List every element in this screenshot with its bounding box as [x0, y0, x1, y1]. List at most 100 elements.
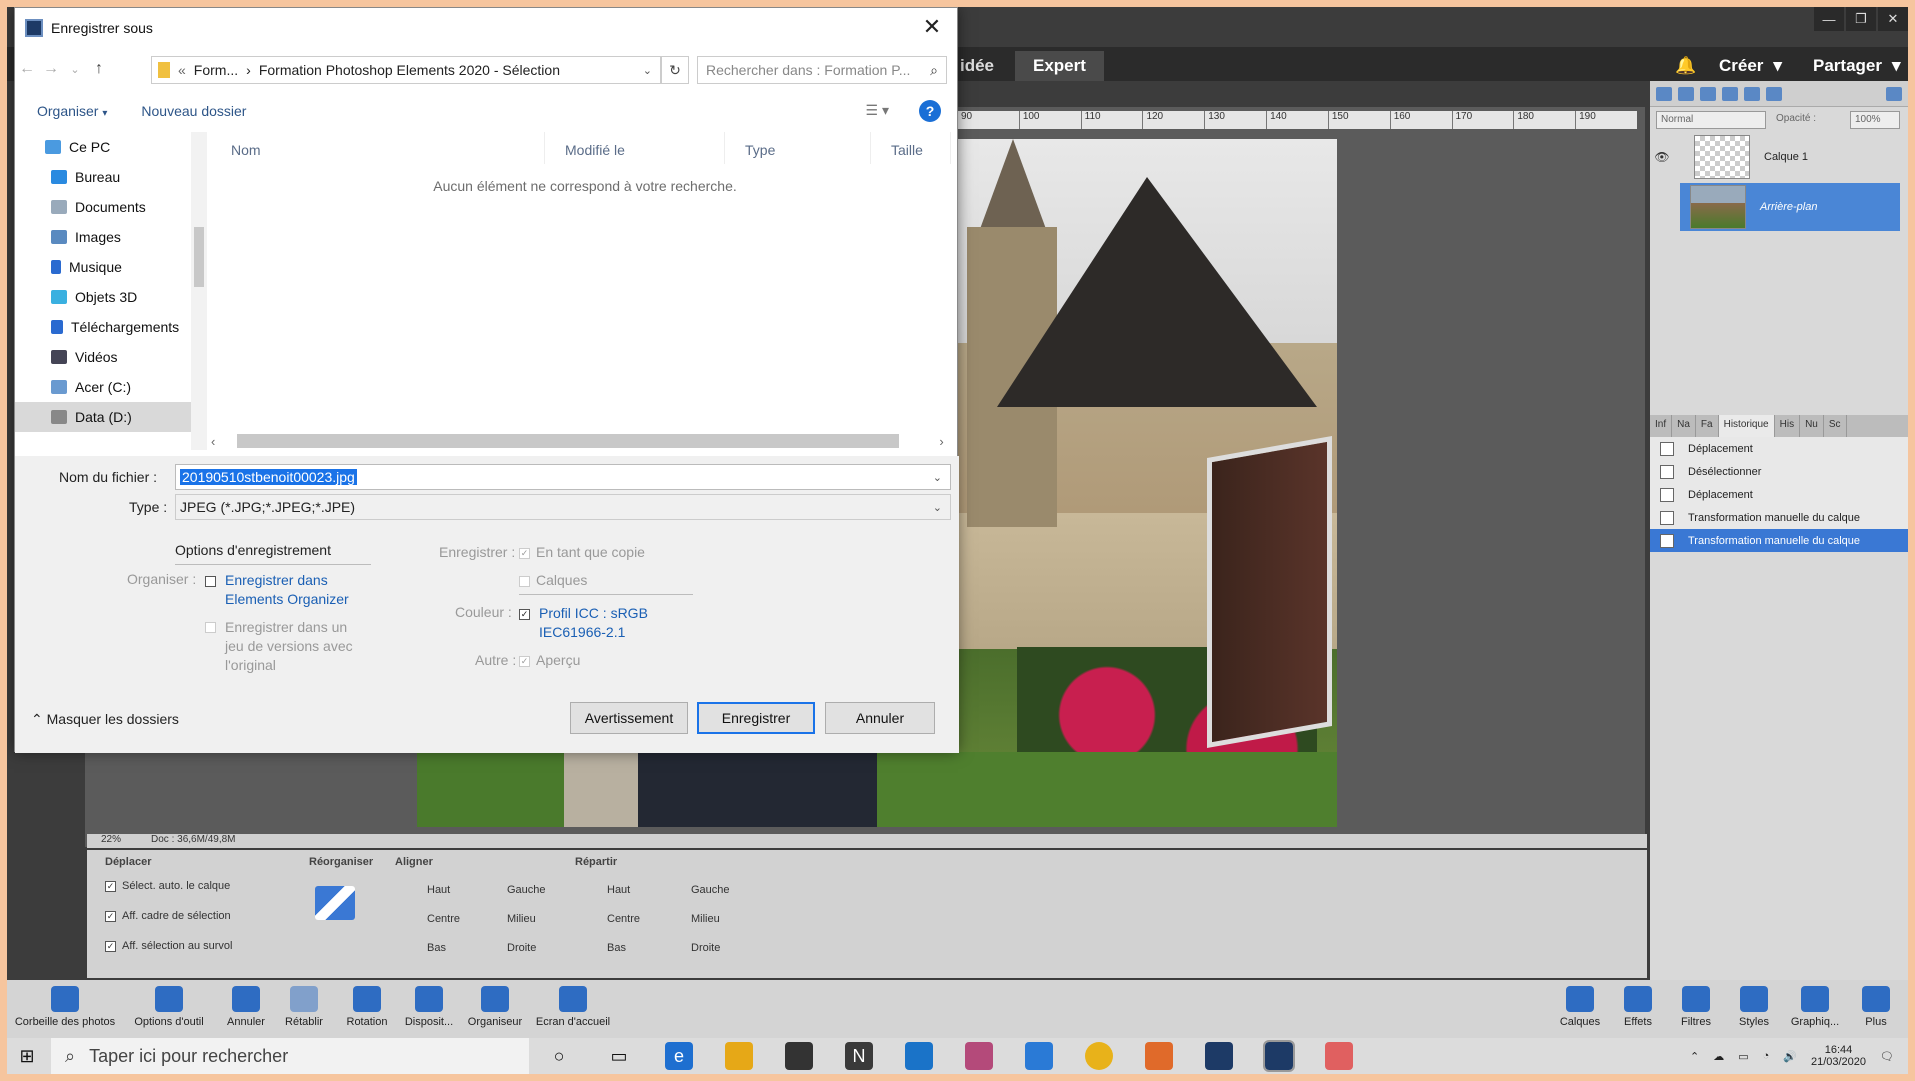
column-modified[interactable]: Modifié le — [545, 132, 725, 164]
app-close-button[interactable]: ✕ — [1878, 7, 1908, 31]
layers-button[interactable]: Calques — [1555, 982, 1605, 1028]
organize-button[interactable]: Organiser ▾ — [37, 103, 107, 119]
nav-item-desktop[interactable]: Bureau — [15, 162, 201, 192]
trash-icon[interactable] — [1886, 87, 1902, 101]
history-item[interactable]: Déplacement — [1650, 483, 1908, 506]
home-screen-button[interactable]: Ecran d'accueil — [529, 982, 617, 1028]
tab-scripts[interactable]: Sc — [1824, 415, 1847, 437]
filters-button[interactable]: Filtres — [1671, 982, 1721, 1028]
path-breadcrumb[interactable]: « Form... › Formation Photoshop Elements… — [151, 56, 661, 84]
scroll-right-icon[interactable]: › — [939, 434, 943, 449]
history-item-selected[interactable]: Transformation manuelle du calque — [1650, 529, 1908, 552]
share-button[interactable]: Partager ▾ — [1813, 51, 1901, 81]
align-left-button[interactable]: Gauche — [507, 884, 546, 896]
taskbar-search[interactable]: ⌕ Taper ici pour rechercher — [51, 1038, 529, 1074]
icc-profile-label[interactable]: Profil ICC : sRGB IEC61966-2.1 — [539, 604, 679, 642]
close-icon[interactable]: ✕ — [917, 14, 947, 40]
notion-icon[interactable]: N — [845, 1042, 873, 1070]
chrome-icon[interactable] — [1085, 1042, 1113, 1070]
cloud-icon[interactable]: ☁ — [1713, 1050, 1724, 1063]
hide-folders-toggle[interactable]: ⌃ Masquer les dossiers — [31, 711, 179, 728]
maximize-button[interactable]: ❐ — [1846, 7, 1876, 31]
chevron-down-icon[interactable]: ⌄ — [933, 471, 942, 484]
nav-item-3d-objects[interactable]: Objets 3D — [15, 282, 201, 312]
elements-organizer-icon[interactable] — [1145, 1042, 1173, 1070]
styles-button[interactable]: Styles — [1729, 982, 1779, 1028]
opacity-input[interactable]: 100% — [1850, 111, 1900, 129]
nav-item-this-pc[interactable]: Ce PC — [15, 132, 201, 162]
pdf-icon[interactable] — [1325, 1042, 1353, 1070]
undo-button[interactable]: Annuler — [221, 982, 271, 1028]
align-bottom-button[interactable]: Bas — [427, 942, 446, 954]
help-icon[interactable]: ? — [919, 100, 941, 122]
rotate-button[interactable]: Rotation — [339, 982, 395, 1028]
recent-chevron-icon[interactable]: ⌄ — [63, 63, 87, 76]
tab-info[interactable]: Inf — [1650, 415, 1673, 437]
nav-item-drive-d[interactable]: Data (D:) — [15, 402, 201, 432]
file-list-hscrollbar[interactable]: ‹ › — [211, 432, 959, 450]
organizer-checkbox[interactable] — [205, 572, 222, 588]
blend-mode-select[interactable]: Normal — [1656, 111, 1766, 129]
calendar-icon[interactable] — [1025, 1042, 1053, 1070]
graphics-button[interactable]: Graphiq... — [1785, 982, 1845, 1028]
chevron-down-icon[interactable]: ⌄ — [643, 64, 652, 77]
breadcrumb-current[interactable]: Formation Photoshop Elements 2020 - Séle… — [259, 62, 560, 78]
align-right-button[interactable]: Droite — [507, 942, 536, 954]
save-button[interactable]: Enregistrer — [697, 702, 815, 734]
warning-button[interactable]: Avertissement — [570, 702, 688, 734]
tab-histogram[interactable]: His — [1775, 415, 1801, 437]
type-select[interactable]: JPEG (*.JPG;*.JPEG;*.JPE) ⌄ — [175, 494, 951, 520]
notification-icon[interactable]: 🔔 — [1675, 51, 1696, 81]
align-top-button[interactable]: Haut — [427, 884, 450, 896]
column-name[interactable]: Nom — [211, 132, 545, 164]
distribute-top-button[interactable]: Haut — [607, 884, 630, 896]
clock[interactable]: 16:44 21/03/2020 — [1811, 1044, 1866, 1068]
hover-highlight-checkbox[interactable]: ✓ Aff. sélection au survol — [105, 940, 232, 952]
scrollbar-thumb[interactable] — [237, 434, 900, 448]
scrollbar-thumb[interactable] — [194, 227, 204, 287]
align-center-button[interactable]: Centre — [427, 913, 460, 925]
tab-history[interactable]: Historique — [1718, 415, 1775, 437]
battery-icon[interactable]: ▭ — [1738, 1050, 1748, 1063]
effects-button[interactable]: Effets — [1613, 982, 1663, 1028]
mail-icon[interactable] — [905, 1042, 933, 1070]
cortana-icon[interactable]: ○ — [545, 1042, 573, 1070]
volume-icon[interactable]: 🔊 — [1783, 1050, 1797, 1063]
search-input[interactable]: Rechercher dans : Formation P... ⌕ — [697, 56, 947, 84]
file-explorer-icon[interactable] — [725, 1042, 753, 1070]
distribute-right-button[interactable]: Droite — [691, 942, 720, 954]
distribute-bottom-button[interactable]: Bas — [607, 942, 626, 954]
back-icon[interactable]: ← — [15, 60, 39, 78]
nav-scrollbar[interactable] — [191, 132, 207, 450]
show-bbox-checkbox[interactable]: ✓ Aff. cadre de sélection — [105, 910, 231, 922]
lock-icon[interactable] — [1744, 87, 1760, 101]
windows-start-icon[interactable]: ⊞ — [7, 1046, 47, 1067]
notifications-icon[interactable]: 🗨 — [1880, 1050, 1894, 1063]
breadcrumb-item[interactable]: Form... — [194, 62, 238, 78]
tab-swatches[interactable]: Nu — [1800, 415, 1824, 437]
new-layer-icon[interactable] — [1656, 87, 1672, 101]
mask-icon[interactable] — [1722, 87, 1738, 101]
icc-profile-checkbox[interactable]: ✓ — [519, 605, 536, 621]
history-item[interactable]: Désélectionner — [1650, 460, 1908, 483]
eye-icon[interactable]: 👁 — [1650, 150, 1674, 164]
distribute-left-button[interactable]: Gauche — [691, 884, 730, 896]
lock-all-icon[interactable] — [1766, 87, 1782, 101]
layer-row[interactable]: 👁 Calque 1 — [1650, 133, 1908, 181]
new-folder-button[interactable]: Nouveau dossier — [141, 103, 246, 119]
network-icon[interactable]: ◔ — [1763, 1050, 1770, 1062]
history-item[interactable]: Transformation manuelle du calque — [1650, 506, 1908, 529]
nav-item-music[interactable]: Musique — [15, 252, 201, 282]
nav-item-documents[interactable]: Documents — [15, 192, 201, 222]
store-icon[interactable] — [785, 1042, 813, 1070]
view-options-icon[interactable]: ☰ ▾ — [866, 102, 889, 119]
filename-input[interactable]: 20190510stbenoit00023.jpg ⌄ — [175, 464, 951, 490]
layer-row-selected[interactable]: Arrière-plan — [1680, 183, 1900, 231]
forward-icon[interactable]: → — [39, 60, 63, 78]
nav-item-drive-c[interactable]: Acer (C:) — [15, 372, 201, 402]
column-type[interactable]: Type — [725, 132, 871, 164]
minimize-button[interactable]: — — [1814, 7, 1844, 31]
photo-bin-button[interactable]: Corbeille des photos — [11, 982, 119, 1028]
tab-favorites[interactable]: Fa — [1696, 415, 1719, 437]
history-item[interactable]: Déplacement — [1650, 437, 1908, 460]
